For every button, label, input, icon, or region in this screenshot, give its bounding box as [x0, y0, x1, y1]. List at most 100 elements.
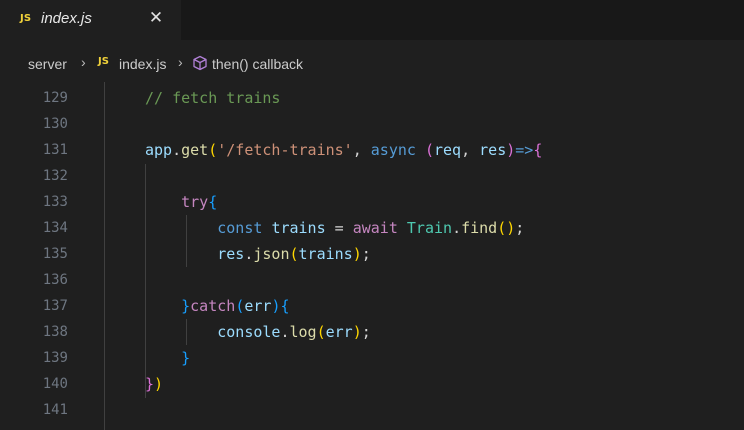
code-text: }	[145, 345, 190, 371]
code-token: {	[208, 193, 218, 211]
chevron-right-icon: ›	[178, 54, 183, 70]
code-token: ()	[497, 219, 516, 237]
code-line[interactable]: 140})	[0, 371, 744, 397]
code-token: '/fetch-trains'	[217, 141, 353, 159]
code-token: err	[244, 297, 272, 315]
method-cube-icon	[193, 55, 207, 71]
code-token: ;	[361, 245, 371, 263]
chevron-right-icon: ›	[81, 54, 86, 70]
code-token: )	[352, 323, 362, 341]
code-line[interactable]: 141	[0, 397, 744, 423]
code-token: }	[181, 349, 191, 367]
code-token: (	[235, 297, 245, 315]
code-token: }	[181, 297, 191, 315]
code-text: res.json(trains);	[145, 241, 371, 267]
code-token: json	[253, 245, 290, 263]
line-number: 133	[42, 194, 68, 210]
code-token: (	[208, 141, 218, 159]
code-text: const trains = await Train.find();	[145, 215, 524, 241]
tab-bar: JS index.js ✕	[0, 0, 744, 40]
code-token: ,	[461, 141, 480, 159]
code-editor-window: JS index.js ✕ server › JS index.js › the…	[0, 0, 744, 430]
tab-index-js[interactable]: JS index.js ✕	[0, 0, 181, 40]
code-token: {	[533, 141, 543, 159]
editor-area[interactable]: 129// fetch trains 130 131 app.get('/fetch-…	[0, 82, 744, 430]
breadcrumb-file[interactable]: index.js	[119, 56, 166, 72]
code-token: req	[434, 141, 462, 159]
line-number: 140	[42, 376, 68, 392]
code-token: ,	[352, 141, 371, 159]
code-token: get	[181, 141, 209, 159]
breadcrumb-folder[interactable]: server	[28, 56, 67, 72]
code-token: )	[154, 375, 164, 393]
code-line[interactable]: 136	[0, 267, 744, 293]
code-token: (	[289, 245, 299, 263]
breadcrumb-symbol[interactable]: then() callback	[212, 56, 303, 72]
code-line[interactable]: 132	[0, 163, 744, 189]
line-number: 136	[42, 272, 68, 288]
code-token: trains	[271, 219, 326, 237]
javascript-file-icon: JS	[20, 13, 32, 24]
code-token: (	[316, 323, 326, 341]
line-number: 139	[42, 350, 68, 366]
code-token: ;	[515, 219, 525, 237]
code-token: .	[280, 323, 290, 341]
code-line[interactable]: 138 console.log(err);	[0, 319, 744, 345]
breadcrumb: server › JS index.js › then() callback	[0, 40, 744, 82]
code-token: console	[217, 323, 281, 341]
code-token: =>	[515, 141, 534, 159]
line-number: 131	[42, 142, 68, 158]
code-line[interactable]: 130	[0, 111, 744, 137]
code-text: }catch(err){	[145, 293, 290, 319]
line-number: 135	[42, 246, 68, 262]
code-token: )	[352, 245, 362, 263]
line-number: 138	[42, 324, 68, 340]
code-token: ;	[361, 323, 371, 341]
line-number: 132	[42, 168, 68, 184]
code-token: res	[479, 141, 507, 159]
code-token: {	[280, 297, 290, 315]
code-text: console.log(err);	[145, 319, 371, 345]
code-line[interactable]: 139 }	[0, 345, 744, 371]
code-token: (	[424, 141, 434, 159]
code-token: .	[452, 219, 462, 237]
code-line[interactable]: 131 app.get('/fetch-trains', async (req, …	[0, 137, 744, 163]
code-token: res	[217, 245, 245, 263]
code-token: trains	[298, 245, 353, 263]
code-text: // fetch trains	[145, 85, 280, 111]
code-line[interactable]: 133 try{	[0, 189, 744, 215]
code-token: log	[289, 323, 317, 341]
code-text: app.get('/fetch-trains', async (req, res…	[145, 137, 542, 163]
code-token: async	[370, 141, 416, 159]
code-token: Train	[406, 219, 453, 237]
code-token: err	[325, 323, 353, 341]
line-number: 137	[42, 298, 68, 314]
code-line[interactable]: 134 const trains = await Train.find();	[0, 215, 744, 241]
line-number: 130	[42, 116, 68, 132]
code-token: catch	[190, 297, 236, 315]
code-token: // fetch trains	[145, 89, 281, 107]
code-token: app	[145, 141, 173, 159]
code-token: const	[217, 219, 263, 237]
code-line[interactable]: 129 // fetch trains	[0, 85, 744, 111]
tab-label: index.js	[41, 10, 92, 27]
code-line[interactable]: 137 }catch(err){	[0, 293, 744, 319]
code-text: })	[145, 371, 163, 397]
code-token: )	[506, 141, 516, 159]
code-token: try	[181, 193, 209, 211]
code-token: .	[172, 141, 182, 159]
close-icon[interactable]: ✕	[146, 8, 166, 28]
code-line[interactable]: 135 res.json(trains);	[0, 241, 744, 267]
code-token: await	[352, 219, 398, 237]
line-number: 141	[42, 402, 68, 418]
code-token: =	[325, 219, 353, 237]
line-number: 129	[42, 90, 68, 106]
